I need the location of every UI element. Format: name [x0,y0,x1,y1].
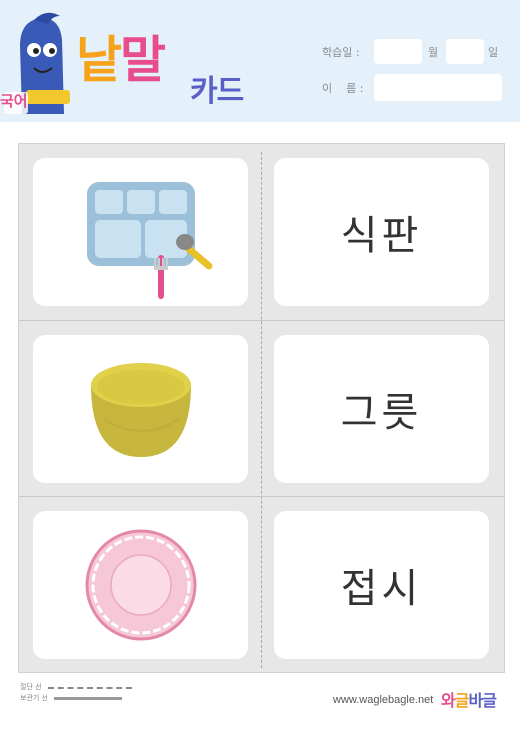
word-card: 식판 [274,158,489,306]
picture-card [33,335,248,483]
dashed-line-sample [47,686,132,689]
month-label: 월 [428,46,439,59]
fold-line [261,152,262,668]
page-header: 국어 낱말 카드 학습일 : 월 일 이 름 : [0,0,520,122]
fold-line-label: 보관기 선 [20,694,48,702]
mascot-label: 국어 [0,92,28,110]
picture-card [33,511,248,659]
cut-line [19,496,504,497]
bowl-icon [91,363,191,457]
word-card: 접시 [274,511,489,659]
name-label: 이 름 : [322,82,364,95]
plate-icon [85,529,197,641]
month-field[interactable] [374,39,422,64]
solid-line-sample [54,697,122,700]
title-part-1: 낱 [76,31,122,89]
site-url: www.waglebagle.net [333,694,434,706]
title-sub: 카드 [190,74,244,109]
cut-line [19,320,504,321]
picture-card [33,158,248,306]
title-main: 낱말 [76,20,166,92]
day-label: 일 [488,46,499,59]
cut-line-label: 절단 선 [20,683,42,691]
tray-icon [87,182,213,299]
brand-logo: 와글바글 [441,691,497,710]
word-card: 그릇 [274,335,489,483]
line-legend: 절단 선 보관기 선 [20,682,132,704]
name-field[interactable] [374,74,502,101]
day-field[interactable] [446,39,484,64]
study-date-label: 학습일 : [322,46,360,59]
title-part-2: 말 [120,31,166,89]
